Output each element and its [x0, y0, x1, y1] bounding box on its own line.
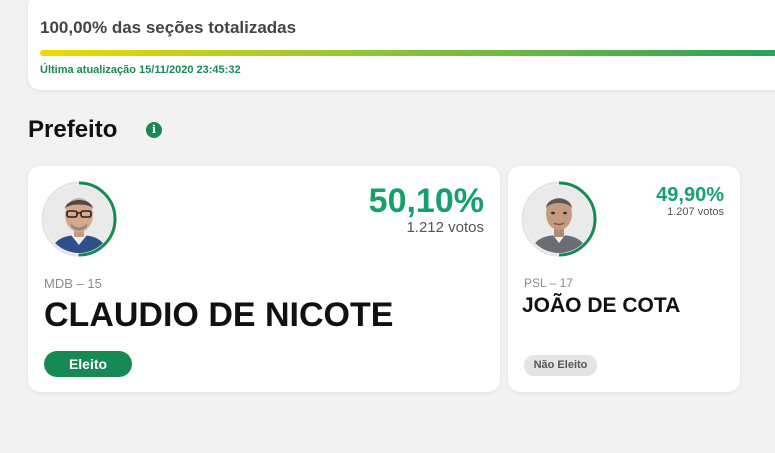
last-update-text: Última atualização 15/11/2020 23:45:32	[40, 64, 241, 76]
candidate-name: CLAUDIO DE NICOTE	[44, 296, 394, 334]
avatar	[45, 185, 113, 253]
candidate-votes: 1.207 votos	[667, 206, 724, 218]
candidate-avatar-ring	[40, 180, 118, 258]
section-title: Prefeito	[28, 116, 118, 143]
status-badge: Eleito	[44, 351, 132, 377]
avatar	[525, 185, 593, 253]
candidate-percent: 49,90%	[656, 184, 724, 206]
totalization-progress-card: 100,00% das seções totalizadas Última at…	[28, 0, 775, 90]
candidate-photo	[525, 185, 593, 253]
progress-bar	[40, 50, 775, 56]
candidate-percent: 50,10%	[368, 182, 484, 220]
info-icon[interactable]: i	[146, 122, 162, 138]
candidate-votes: 1.212 votos	[406, 219, 484, 236]
candidate-party: PSL – 17	[524, 276, 573, 290]
candidate-party: MDB – 15	[44, 276, 102, 291]
progress-title: 100,00% das seções totalizadas	[40, 18, 297, 37]
candidate-photo	[45, 185, 113, 253]
candidate-avatar-ring	[520, 180, 598, 258]
status-badge: Não Eleito	[524, 355, 597, 376]
candidate-card-1[interactable]: 50,10% 1.212 votos MDB – 15 CLAUDIO DE N…	[28, 166, 500, 392]
candidate-name: JOÃO DE COTA	[522, 294, 681, 317]
candidate-card-2[interactable]: 49,90% 1.207 votos PSL – 17 JOÃO DE COTA…	[508, 166, 740, 392]
